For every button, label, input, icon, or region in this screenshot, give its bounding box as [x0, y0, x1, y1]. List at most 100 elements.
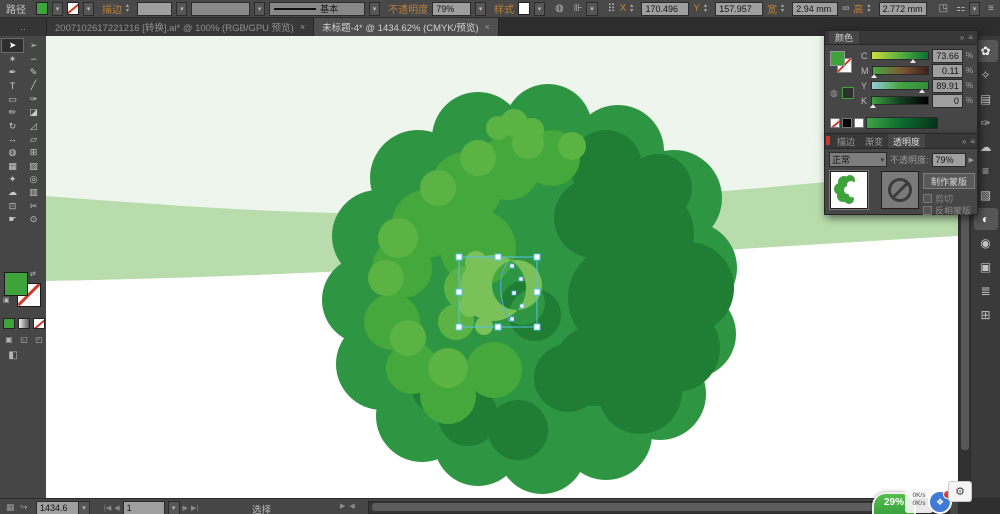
line-segment-tool[interactable]: ╱ — [23, 79, 44, 92]
horizontal-scrollbar-thumb[interactable] — [372, 503, 932, 511]
symbol-sprayer-tool[interactable]: ☁ — [2, 186, 23, 199]
spectrum-bar[interactable] — [866, 117, 938, 129]
zoom-dropdown-icon[interactable]: ▾ — [78, 501, 90, 514]
gradient-tool[interactable]: ▧ — [23, 160, 44, 173]
shape-builder-tool[interactable]: ◍ — [2, 146, 23, 159]
panel-fill-swatch[interactable] — [830, 51, 845, 66]
panel-opacity-field[interactable]: 79% — [931, 152, 966, 167]
black-swatch[interactable] — [842, 118, 852, 128]
slider-value-field[interactable]: 89.91 — [931, 78, 963, 93]
tab-stroke[interactable]: 描边 — [832, 134, 860, 148]
slider-track[interactable] — [870, 96, 929, 108]
color-ramp[interactable] — [830, 117, 938, 129]
tab-transparency[interactable]: 透明度 — [888, 134, 926, 148]
zoom-level-field[interactable]: 1434.6 — [36, 501, 84, 514]
width-field[interactable]: 2.94 mm — [792, 1, 839, 16]
direct-selection-tool[interactable]: ➢ — [23, 39, 44, 52]
align-options-icon[interactable]: ⚏ — [956, 3, 965, 14]
brush-dropdown-icon[interactable]: ▾ — [369, 1, 381, 16]
stroke-dropdown-icon[interactable]: ▾ — [82, 1, 94, 16]
export-icon[interactable]: ↪ — [20, 502, 28, 513]
stroke-label[interactable]: 描边 — [102, 1, 122, 16]
blend-mode-dropdown[interactable]: 正常 ▾ — [829, 152, 887, 167]
slider-pointer[interactable] — [919, 89, 926, 93]
panel-menu-icon[interactable]: ≡ — [968, 33, 973, 42]
paintbrush-tool[interactable]: ✑ — [23, 93, 44, 106]
link-dimensions-icon[interactable]: ∞ — [842, 3, 849, 14]
pen-tool[interactable]: ✒ — [2, 66, 23, 79]
lasso-tool[interactable]: ∽ — [23, 52, 44, 65]
eraser-tool[interactable]: ◪ — [23, 106, 44, 119]
width-profile-dropdown-icon[interactable]: ▾ — [254, 1, 266, 16]
appearance-icon[interactable]: ◉ — [974, 232, 998, 254]
rectangle-tool[interactable]: ▭ — [2, 93, 23, 106]
brush-definition-dropdown[interactable]: 基本 — [269, 1, 366, 16]
tab-close-icon[interactable]: × — [300, 22, 305, 32]
style-dropdown-icon[interactable]: ▾ — [533, 1, 545, 16]
horizontal-scrollbar[interactable] — [368, 501, 950, 514]
transform-options-icon[interactable]: ◳ — [939, 3, 948, 14]
mesh-tool[interactable]: ▦ — [2, 160, 23, 173]
draw-behind-icon[interactable]: ◱ — [18, 334, 30, 345]
eyedropper-tool[interactable]: ✦ — [2, 173, 23, 186]
width-tool[interactable]: ↔ — [2, 133, 23, 146]
y-field[interactable]: 157.957 — [715, 1, 763, 16]
swap-fill-stroke-icon[interactable]: ⇄ — [30, 270, 36, 278]
align-icon[interactable]: ⊪ — [574, 3, 583, 14]
color-panel-title[interactable]: 颜色 — [829, 31, 860, 44]
slider-pointer[interactable] — [870, 74, 877, 78]
panel-expand-icon[interactable]: » — [960, 33, 964, 42]
blend-tool[interactable]: ◎ — [23, 173, 44, 186]
opacity-expand-icon[interactable]: ▶ — [969, 156, 974, 164]
zoom-tool[interactable]: ⊙ — [23, 213, 44, 226]
fill-dropdown-icon[interactable]: ▾ — [51, 1, 63, 16]
web-safe-icon[interactable]: ◍ — [830, 88, 838, 99]
panel-fill-stroke-proxy[interactable] — [830, 51, 856, 77]
height-field[interactable]: 2.772 mm — [878, 1, 927, 16]
canvas-area[interactable] — [46, 36, 958, 498]
style-label[interactable]: 样式 — [494, 1, 514, 16]
draw-inside-icon[interactable]: ◰ — [33, 334, 45, 345]
first-artboard-icon[interactable]: |◀ — [104, 504, 111, 512]
settings-overlay-button[interactable]: ⚙ — [948, 481, 972, 502]
none-swatch[interactable] — [830, 118, 840, 128]
rotate-tool[interactable]: ↻ — [2, 119, 23, 132]
w-spinner[interactable]: ▴ ▾ — [781, 3, 788, 14]
slice-tool[interactable]: ✂ — [23, 200, 44, 213]
stroke-color-swatch[interactable] — [67, 2, 79, 15]
pencil-tool[interactable]: ✏ — [2, 106, 23, 119]
default-fill-stroke-icon[interactable]: ▣ — [3, 296, 10, 304]
gradient-mode-button[interactable] — [18, 318, 30, 329]
slider-track[interactable] — [871, 81, 929, 93]
fill-color-swatch[interactable] — [36, 2, 48, 15]
hand-tool[interactable]: ☛ — [2, 213, 23, 226]
y-spinner[interactable]: ▴ ▾ — [704, 3, 711, 14]
object-thumbnail[interactable] — [829, 170, 869, 210]
reference-point-grid-icon[interactable]: ⠿ — [608, 2, 616, 15]
draw-normal-icon[interactable]: ▣ — [3, 334, 15, 345]
tab-close-icon[interactable]: × — [485, 22, 490, 32]
panel-expand-icon[interactable]: » — [960, 134, 968, 148]
artboard-number-field[interactable]: 1 — [122, 501, 165, 514]
h-spinner[interactable]: ▴ ▾ — [867, 3, 874, 14]
grid-icon[interactable]: ▦ — [6, 502, 15, 513]
fill-stroke-proxy[interactable]: ⇄ ▣ — [3, 270, 42, 308]
magic-wand-tool[interactable]: ✶ — [2, 52, 23, 65]
curvature-tool[interactable]: ✎ — [23, 66, 44, 79]
recolor-artwork-icon[interactable]: ◍ — [555, 3, 564, 14]
screen-mode-icon[interactable]: ◧ — [3, 350, 23, 361]
mask-thumbnail[interactable] — [881, 171, 919, 209]
style-swatch[interactable] — [518, 2, 530, 15]
layers-icon[interactable]: ≣ — [974, 280, 998, 302]
make-mask-button[interactable]: 制作蒙版 — [923, 173, 975, 189]
artboard-dropdown-icon[interactable]: ▾ — [167, 501, 180, 514]
none-mode-button[interactable] — [33, 318, 45, 329]
artboards-icon[interactable]: ⊞ — [974, 304, 998, 326]
stroke-color-indicator[interactable] — [841, 87, 854, 99]
type-tool[interactable]: T — [2, 79, 23, 92]
align-dropdown-icon[interactable]: ▾ — [586, 1, 598, 16]
prev-artboard-icon[interactable]: ◀ — [114, 504, 119, 512]
document-tab-2[interactable]: 未标题-4* @ 1434.62% (CMYK/预览) × — [314, 18, 499, 36]
column-graph-tool[interactable]: ▥ — [23, 186, 44, 199]
panel-menu-icon[interactable]: ≡ — [988, 3, 994, 14]
